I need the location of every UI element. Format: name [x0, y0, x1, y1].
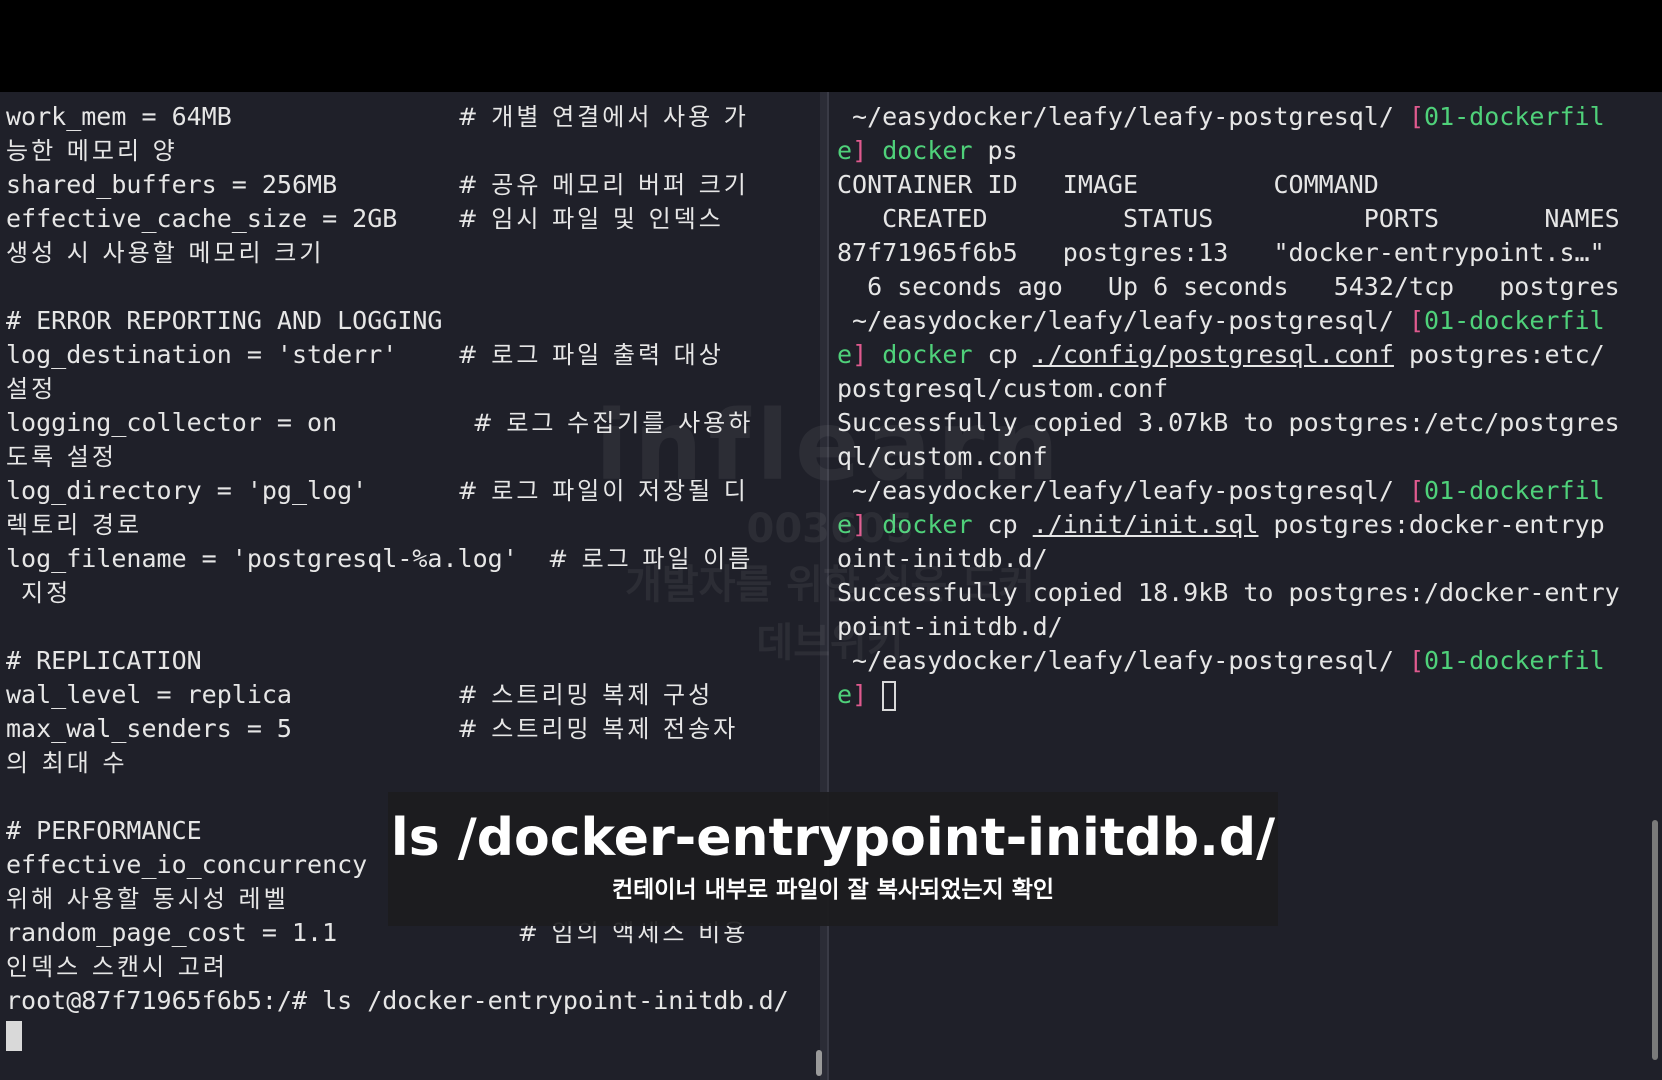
command-line: e] docker cp ./config/postgresql.conf po…: [837, 340, 1605, 369]
config-comment: 위해 사용할 동시성 레벨: [6, 885, 289, 913]
left-scrollbar[interactable]: [816, 1050, 822, 1076]
watermark-course: 개발자를 위한 쉬운 도커: [625, 562, 1035, 608]
config-comment: 설정: [6, 375, 57, 403]
terminal-line: # REPLICATION: [6, 644, 202, 678]
config-text: [6, 578, 21, 607]
config-text: wal_level = replica: [6, 680, 458, 709]
terminal-line: max_wal_senders = 5 # 스트리밍 복제 전송자: [6, 712, 738, 746]
config-text: # ERROR REPORTING AND LOGGING: [6, 306, 443, 335]
command-line: e] docker ps: [837, 136, 1018, 165]
config-comment: 렉토리 경로: [6, 511, 143, 539]
terminal-line: 지정: [6, 576, 71, 610]
config-text: # REPLICATION: [6, 646, 202, 675]
terminal-line: 위해 사용할 동시성 레벨: [6, 882, 289, 916]
terminal-line: work_mem = 64MB # 개별 연결에서 사용 가: [6, 100, 749, 134]
video-letterbox-top: [0, 0, 1662, 92]
config-comment: # 스트리밍 복제 구성: [457, 681, 714, 709]
config-comment: # 공유 메모리 버퍼 크기: [457, 171, 749, 199]
inflearn-logo: inflearn: [595, 390, 1065, 502]
caption-command: ls /docker-entrypoint-initdb.d/: [390, 808, 1276, 868]
terminal-line: 인덱스 스캔시 고려: [6, 950, 228, 984]
prompt-line: ~/easydocker/leafy/leafy-postgresql/ [01…: [837, 306, 1605, 335]
docker-ps-row-cont: 6 seconds ago Up 6 seconds 5432/tcp post…: [837, 272, 1620, 301]
config-comment: # 로그 파일 출력 대상: [457, 341, 724, 369]
config-comment: 생성 시 사용할 메모리 크기: [6, 239, 325, 267]
config-text: max_wal_senders = 5: [6, 714, 458, 743]
config-comment: 능한 메모리 양: [6, 137, 178, 165]
terminal-line: # PERFORMANCE: [6, 814, 202, 848]
command-line: e]: [837, 678, 897, 712]
config-comment: # 임시 파일 및 인덱스: [457, 205, 724, 233]
docker-ps-header: CONTAINER ID IMAGE COMMAND: [837, 170, 1379, 199]
terminal-line: 의 최대 수: [6, 746, 128, 780]
config-text: log_destination = 'stderr': [6, 340, 458, 369]
terminal-line: wal_level = replica # 스트리밍 복제 구성: [6, 678, 713, 712]
config-text: logging_collector = on: [6, 408, 473, 437]
terminal-cursor: [6, 1021, 22, 1051]
terminal-cursor: [882, 681, 897, 711]
config-comment: # 개별 연결에서 사용 가: [457, 103, 749, 131]
config-text: effective_cache_size = 2GB: [6, 204, 458, 233]
config-text: log_filename = 'postgresql-%a.log': [6, 544, 548, 573]
docker-ps-header-cont: CREATED STATUS PORTS NAMES: [837, 204, 1620, 233]
terminal-line: 설정: [6, 372, 56, 406]
video-caption: ls /docker-entrypoint-initdb.d/ 컨테이너 내부로…: [388, 792, 1278, 926]
docker-ps-row: 87f71965f6b5 postgres:13 "docker-entrypo…: [837, 238, 1605, 267]
terminal-cursor-line: [6, 1018, 22, 1052]
config-text: effective_io_concurrency: [6, 850, 368, 879]
terminal-line: 생성 시 사용할 메모리 크기: [6, 236, 324, 270]
terminal-line: # ERROR REPORTING AND LOGGING: [6, 304, 443, 338]
prompt-line: ~/easydocker/leafy/leafy-postgresql/ [01…: [837, 102, 1605, 131]
config-comment: 지정: [21, 579, 72, 607]
config-text: work_mem = 64MB: [6, 102, 458, 131]
config-text: root@87f71965f6b5:/# ls /docker-entrypoi…: [6, 986, 789, 1015]
course-watermark: inflearn 003605 개발자를 위한 쉬운 도커 데브위키: [520, 390, 1140, 668]
terminal-line: effective_io_concurrency: [6, 848, 367, 882]
config-comment: 도록 설정: [6, 443, 117, 471]
terminal-line: 렉토리 경로: [6, 508, 142, 542]
config-comment: 의 최대 수: [6, 749, 128, 777]
right-scrollbar[interactable]: [1652, 820, 1658, 1060]
terminal-line: shared_buffers = 256MB # 공유 메모리 버퍼 크기: [6, 168, 749, 202]
terminal-line: 능한 메모리 양: [6, 134, 178, 168]
terminal-line: log_destination = 'stderr' # 로그 파일 출력 대상: [6, 338, 724, 372]
terminal-line: effective_cache_size = 2GB # 임시 파일 및 인덱스: [6, 202, 724, 236]
watermark-author: 데브위키: [756, 620, 904, 666]
watermark-code: 003605: [746, 506, 914, 552]
config-comment: 인덱스 스캔시 고려: [6, 953, 228, 981]
config-text: log_directory = 'pg_log': [6, 476, 458, 505]
config-comment: # 스트리밍 복제 전송자: [457, 715, 739, 743]
terminal-line: root@87f71965f6b5:/# ls /docker-entrypoi…: [6, 984, 789, 1018]
config-text: # PERFORMANCE: [6, 816, 202, 845]
terminal-line: 도록 설정: [6, 440, 117, 474]
caption-subtitle: 컨테이너 내부로 파일이 잘 복사되었는지 확인: [611, 877, 1055, 903]
config-text: shared_buffers = 256MB: [6, 170, 458, 199]
